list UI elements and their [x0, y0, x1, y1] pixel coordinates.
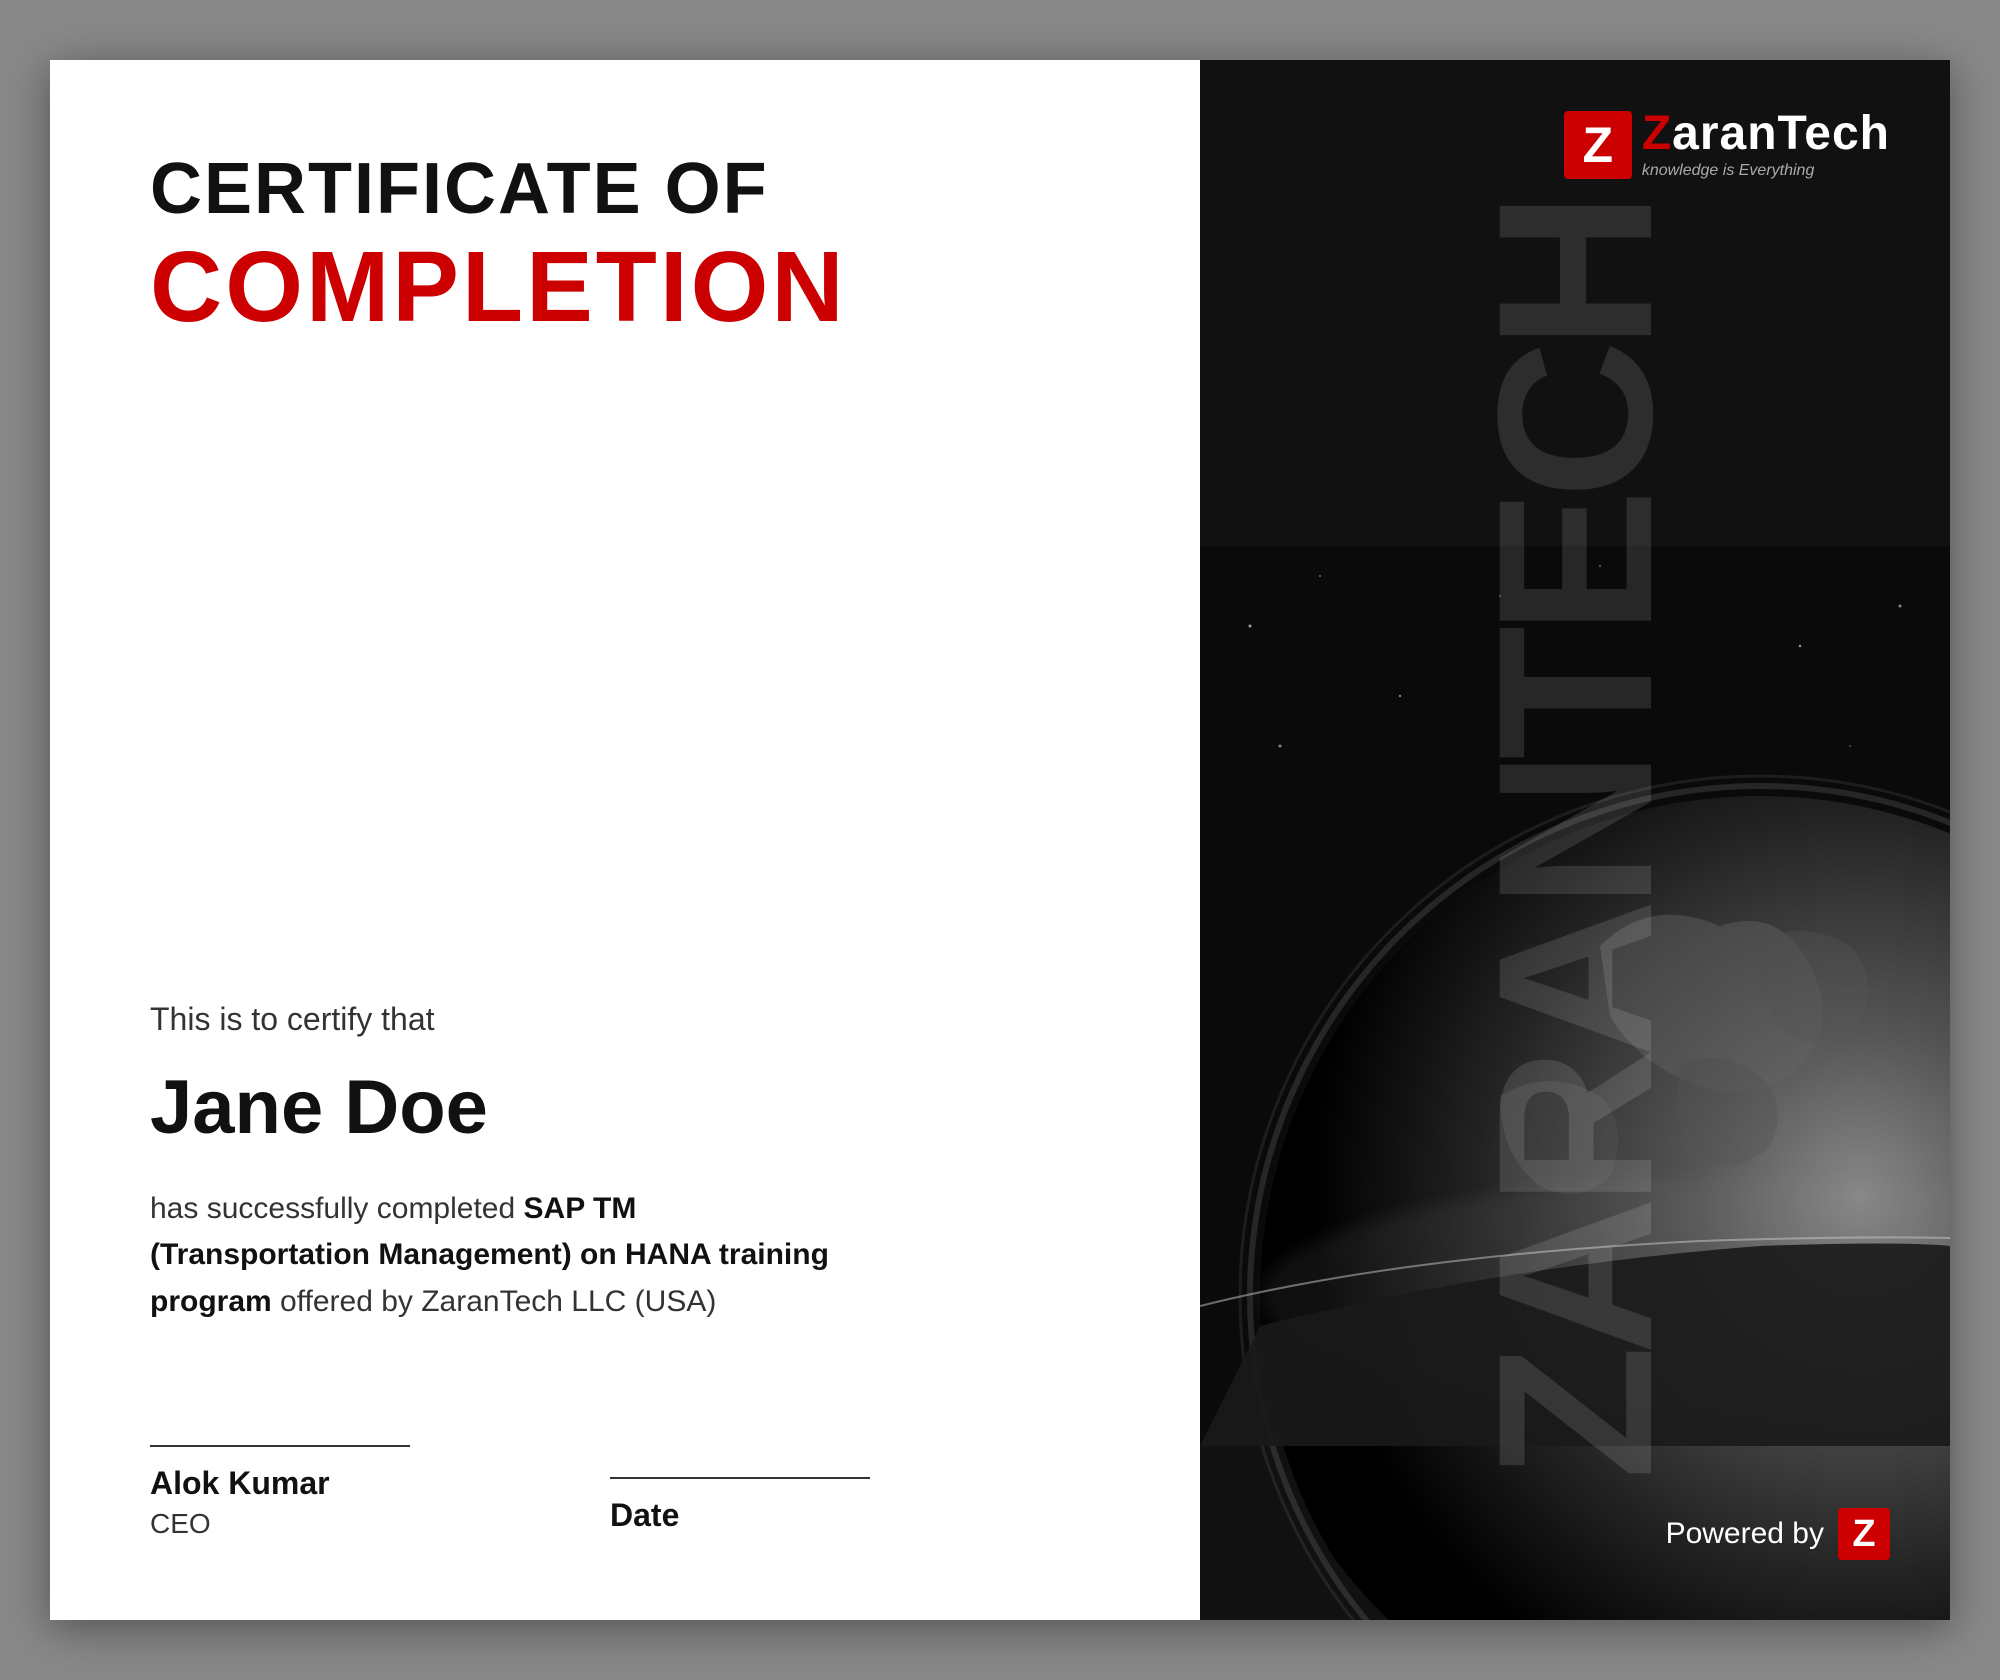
logo-brand-name: ZaranTech — [1642, 110, 1890, 158]
logo-z-box: Z — [1564, 111, 1632, 179]
powered-z-box: Z — [1838, 1508, 1890, 1560]
powered-z-letter: Z — [1852, 1515, 1875, 1553]
certificate-wrapper: CERTIFICATE OF COMPLETION This is to cer… — [50, 60, 1950, 1620]
logo-z-red: Z — [1642, 107, 1672, 160]
signatures-row: Alok Kumar CEO Date — [150, 1445, 1100, 1540]
logo-tagline: knowledge is Everything — [1642, 162, 1890, 180]
signer-1-name: Alok Kumar — [150, 1465, 410, 1502]
signer-1-title: CEO — [150, 1508, 410, 1540]
certificate-title-of: CERTIFICATE OF — [150, 150, 1100, 229]
signature-block-1: Alok Kumar CEO — [150, 1445, 410, 1540]
signer-2-name: Date — [610, 1497, 870, 1534]
certificate-title-completion: COMPLETION — [150, 237, 1100, 337]
certificate-left-panel: CERTIFICATE OF COMPLETION This is to cer… — [50, 60, 1200, 1620]
desc-normal-2: offered by ZaranTech LLC (USA) — [272, 1285, 717, 1318]
zarantech-logo: Z ZaranTech knowledge is Everything — [1564, 110, 1890, 180]
signature-line-2 — [610, 1477, 870, 1479]
certificate-right-panel: Z ZaranTech knowledge is Everything ZARA… — [1200, 60, 1950, 1620]
globe-graphic — [1200, 372, 1950, 1620]
powered-by-text: Powered by — [1666, 1517, 1824, 1551]
logo-text-block: ZaranTech knowledge is Everything — [1642, 110, 1890, 180]
logo-arantech: aranTech — [1672, 107, 1890, 160]
recipient-name: Jane Doe — [150, 1066, 1100, 1150]
certify-intro-text: This is to certify that — [150, 1001, 1100, 1038]
desc-normal-1: has successfully completed — [150, 1192, 524, 1225]
logo-z-letter: Z — [1583, 120, 1614, 170]
powered-by-section: Powered by Z — [1666, 1508, 1890, 1560]
certificate-description: has successfully completed SAP TM (Trans… — [150, 1186, 850, 1326]
signature-line-1 — [150, 1445, 410, 1447]
signature-block-2: Date — [610, 1477, 870, 1540]
